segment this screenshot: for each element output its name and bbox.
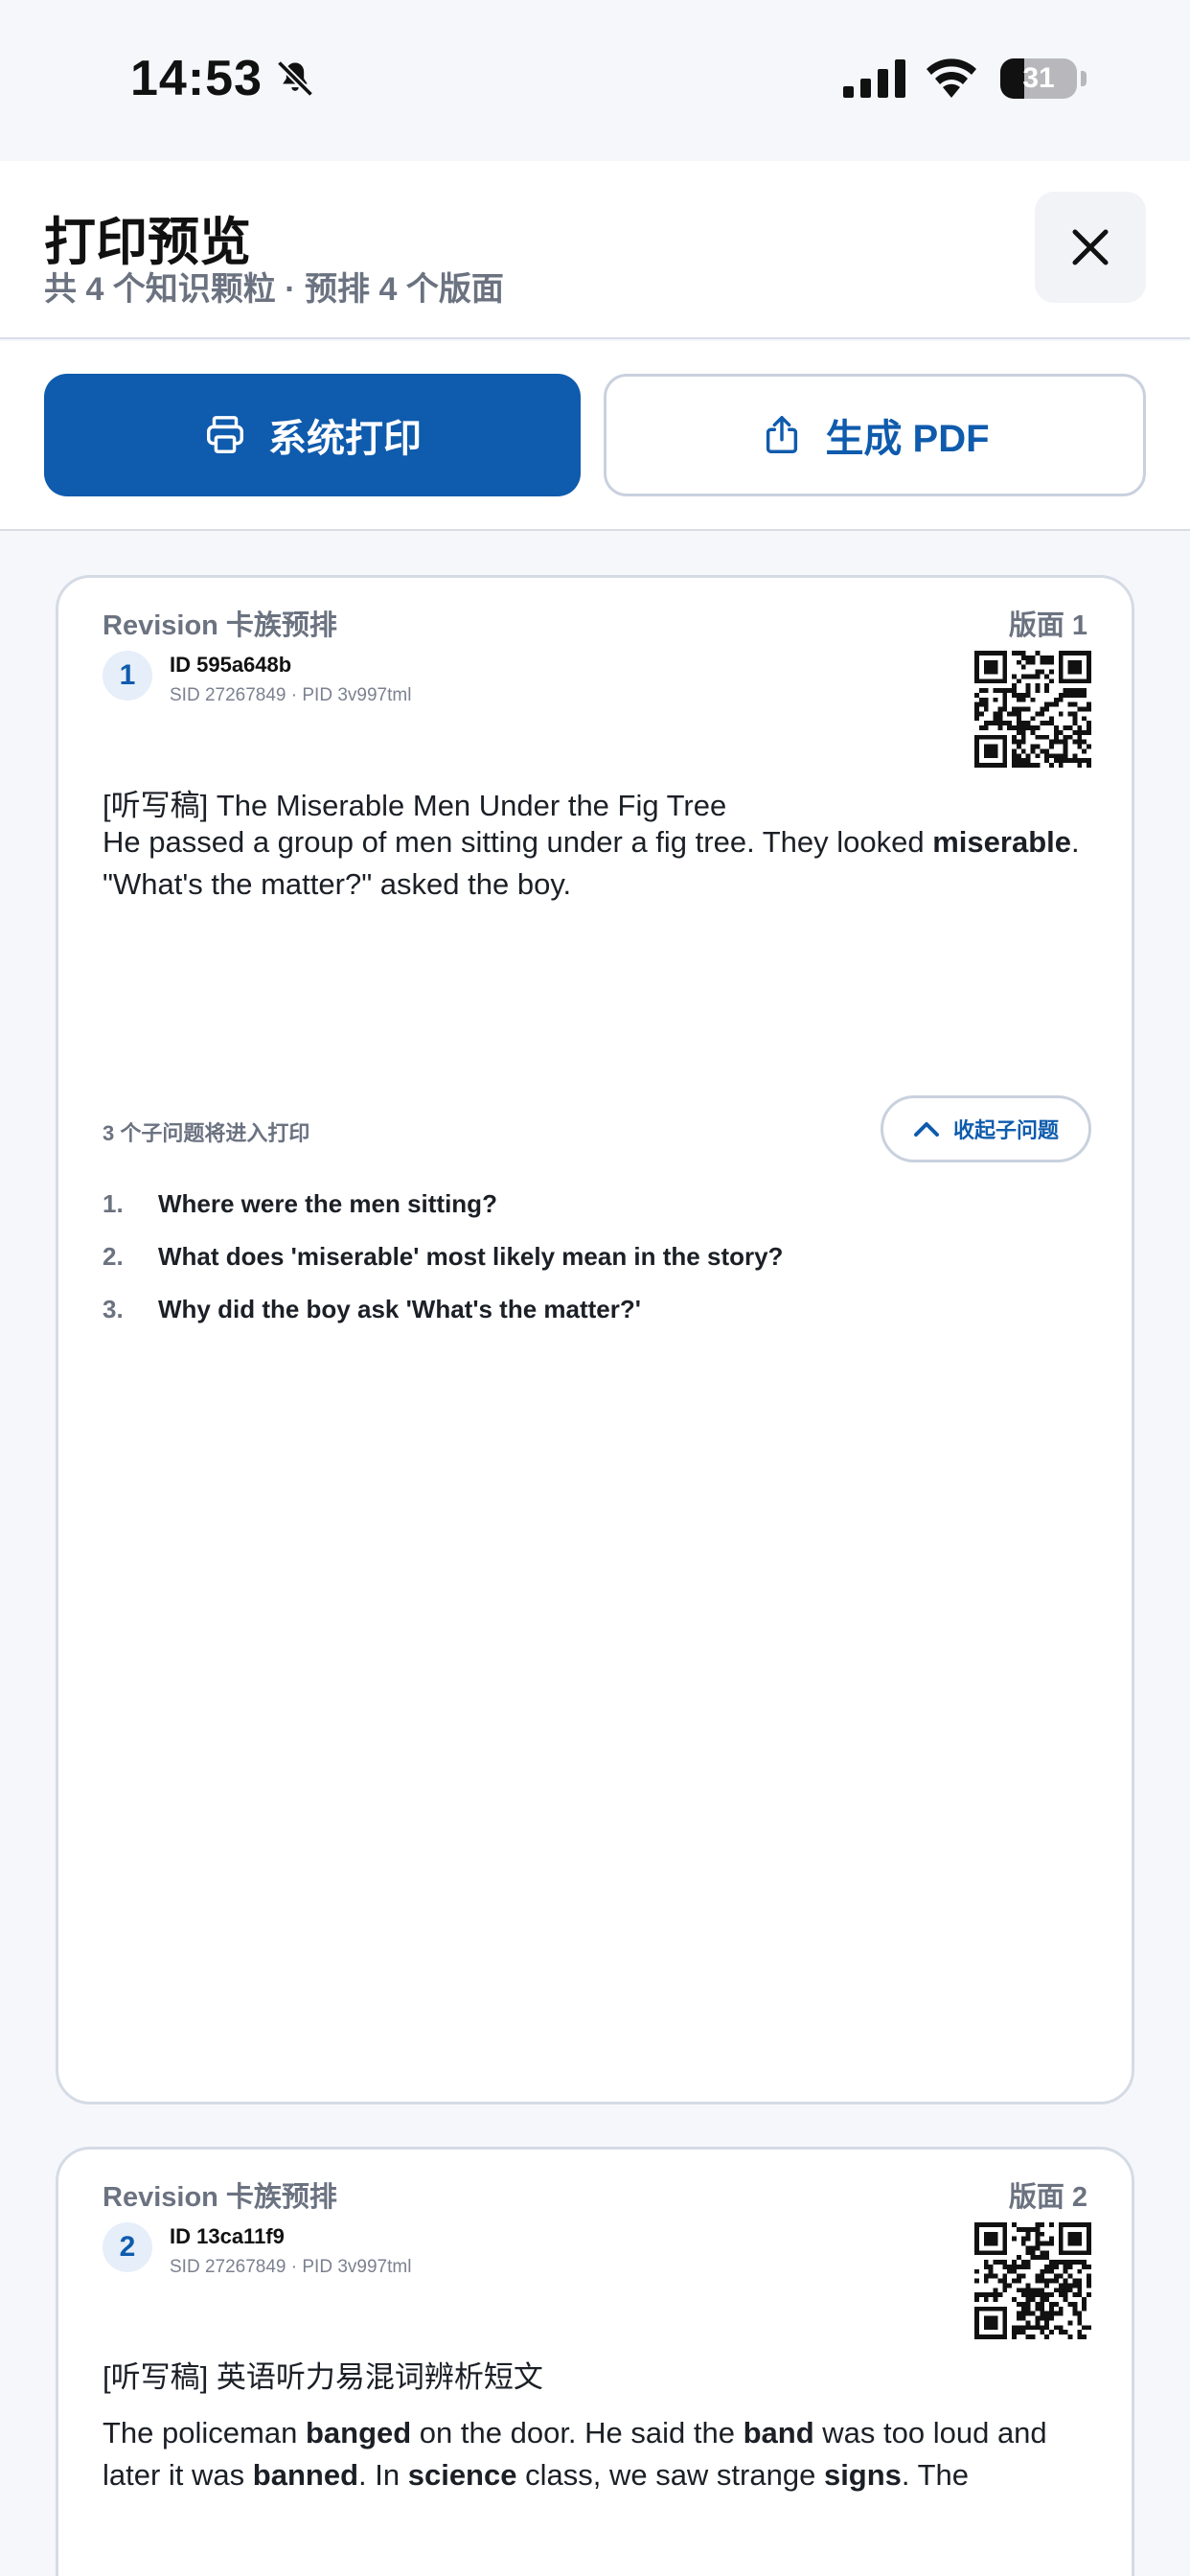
bell-muted-icon xyxy=(276,59,314,98)
layout-card: Revision 卡族预排 版面 2 2 ID 13ca11f9 SID 272… xyxy=(56,2147,1134,2576)
system-print-button[interactable]: 系统打印 xyxy=(44,374,581,496)
card-id: ID 595a648b xyxy=(170,653,292,677)
battery-icon: 31 xyxy=(1000,58,1077,99)
card-kicker: Revision 卡族预排 xyxy=(103,2182,337,2213)
subquestion-item: 2. What does 'miserable' most likely mean… xyxy=(103,1242,784,1271)
system-print-label: 系统打印 xyxy=(268,418,422,460)
close-button[interactable] xyxy=(1035,192,1146,303)
close-icon xyxy=(1072,229,1109,265)
collapse-subquestions-button[interactable]: 收起子问题 xyxy=(881,1095,1091,1162)
wifi-icon xyxy=(927,58,976,98)
subquestion-list: 1. Where were the men sitting? 2. What doe… xyxy=(103,1178,1061,1336)
card-title: [听写稿] 英语听力易混词辨析短文 xyxy=(103,2360,543,2394)
status-bar: 14:53 31 xyxy=(0,0,1190,161)
card-page-label: 版面 1 xyxy=(1008,610,1087,641)
battery-tip xyxy=(1081,71,1087,86)
generate-pdf-label: 生成 PDF xyxy=(825,418,990,460)
generate-pdf-button[interactable]: 生成 PDF xyxy=(604,374,1146,496)
card-body: The policeman banged on the door. He sai… xyxy=(103,2416,1047,2492)
subquestion-item: 3. Why did the boy ask 'What's the matter… xyxy=(103,1295,641,1323)
printer-icon xyxy=(207,416,243,453)
card-id: ID 13ca11f9 xyxy=(170,2224,285,2248)
share-upload-icon xyxy=(767,416,798,453)
qr-code xyxy=(974,651,1091,768)
action-bar: 系统打印 生成 PDF xyxy=(0,341,1190,531)
card-kicker: Revision 卡族预排 xyxy=(103,610,337,641)
card-page-label: 版面 2 xyxy=(1008,2182,1087,2213)
collapse-label: 收起子问题 xyxy=(952,1118,1059,1142)
status-time: 14:53 xyxy=(130,51,263,106)
card-body: He passed a group of men sitting under a… xyxy=(103,825,1080,901)
signal-icon xyxy=(843,59,905,98)
subquestion-item: 1. Where were the men sitting? xyxy=(103,1189,497,1218)
layout-card: Revision 卡族预排 版面 1 1 ID 595a648b SID 272… xyxy=(56,575,1134,2104)
header: 打印预览 共 4 个知识颗粒 · 预排 4 个版面 xyxy=(0,161,1190,339)
subquestion-count: 3 个子问题将进入打印 xyxy=(103,1121,310,1145)
card-title: [听写稿] The Miserable Men Under the Fig Tr… xyxy=(103,789,727,822)
chevron-up-icon xyxy=(913,1122,939,1137)
qr-code xyxy=(974,2222,1091,2339)
battery-level: 31 xyxy=(1022,62,1055,94)
card-meta: SID 27267849 · PID 3v997tml xyxy=(170,685,412,705)
card-meta: SID 27267849 · PID 3v997tml xyxy=(170,2257,412,2277)
card-number-badge: 2 xyxy=(103,2222,152,2272)
page-subtitle: 共 4 个知识颗粒 · 预排 4 个版面 xyxy=(44,271,504,308)
card-number-badge: 1 xyxy=(103,651,152,701)
